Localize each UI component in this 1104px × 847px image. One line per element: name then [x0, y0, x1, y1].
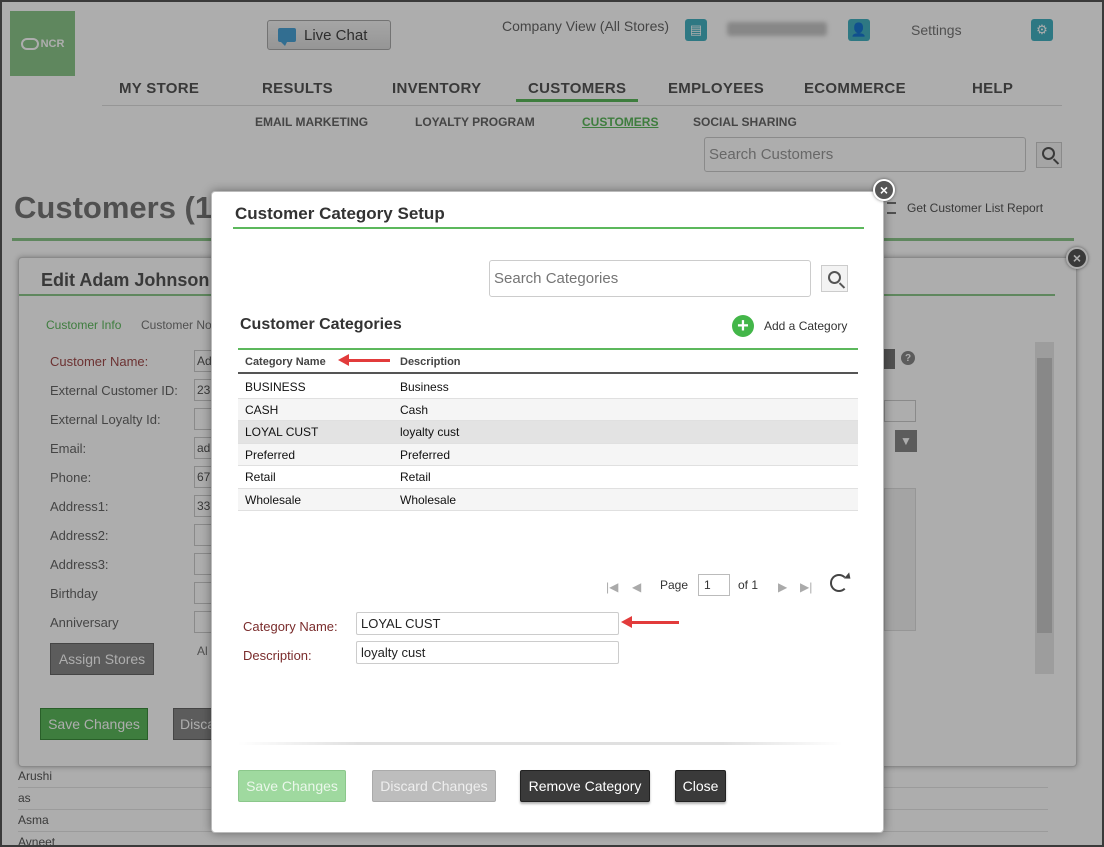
table-row[interactable]: CASH Cash [238, 398, 858, 421]
description-cell: Wholesale [400, 492, 457, 507]
search-icon [828, 271, 841, 284]
save-changes-button[interactable]: Save Changes [238, 770, 346, 802]
column-header-category-name[interactable]: Category Name [245, 356, 326, 368]
modal-close-icon[interactable]: × [873, 179, 895, 201]
last-page-icon[interactable]: ▶| [800, 580, 812, 594]
customer-category-setup-modal: Customer Category Setup Customer Categor… [211, 191, 884, 833]
screenshot-frame: NCR Live Chat Company View (All Stores) … [0, 0, 1104, 847]
description-label: Description: [243, 648, 312, 663]
search-categories-button[interactable] [821, 265, 848, 292]
modal-footer-divider [238, 742, 843, 745]
description-cell: Preferred [400, 447, 451, 462]
table-row-selected[interactable]: LOYAL CUST loyalty cust [238, 421, 858, 444]
category-name-cell: LOYAL CUST [245, 425, 319, 439]
modal-title: Customer Category Setup [235, 204, 445, 223]
first-page-icon[interactable]: |◀ [606, 580, 618, 594]
prev-page-icon[interactable]: ◀ [632, 580, 641, 594]
table-row[interactable]: Wholesale Wholesale [238, 488, 858, 511]
column-header-description[interactable]: Description [400, 356, 461, 368]
category-name-cell: Wholesale [245, 492, 302, 507]
page-count-label: of 1 [738, 578, 759, 592]
discard-changes-button[interactable]: Discard Changes [372, 770, 496, 802]
table-row[interactable]: BUSINESS Business [238, 376, 858, 399]
page-label: Page [660, 578, 689, 592]
description-cell: Cash [400, 402, 429, 417]
customer-categories-heading: Customer Categories [240, 316, 402, 333]
annotation-arrow-column [338, 354, 390, 366]
category-grid-header: Category Name Description [238, 350, 858, 374]
description-cell: loyalty cust [400, 425, 460, 439]
next-page-icon[interactable]: ▶ [778, 580, 787, 594]
category-name-cell: Preferred [245, 447, 296, 462]
page-number-input[interactable]: 1 [698, 574, 730, 596]
add-category-label: Add a Category [764, 319, 848, 333]
table-row[interactable]: Preferred Preferred [238, 443, 858, 466]
description-input[interactable] [356, 641, 619, 664]
remove-category-button[interactable]: Remove Category [520, 770, 650, 802]
description-cell: Retail [400, 470, 431, 484]
category-name-input[interactable] [356, 612, 619, 635]
category-name-cell: BUSINESS [245, 380, 306, 394]
description-cell: Business [400, 380, 449, 394]
plus-icon: + [732, 315, 754, 337]
category-name-label: Category Name: [243, 619, 338, 634]
close-button[interactable]: Close [675, 770, 726, 802]
modal-title-divider [233, 227, 864, 229]
category-name-cell: Retail [245, 470, 276, 484]
search-categories-input[interactable] [489, 260, 811, 297]
refresh-icon[interactable] [830, 574, 848, 592]
annotation-arrow-input [621, 616, 679, 628]
table-row[interactable]: Retail Retail [238, 466, 858, 489]
add-category-button[interactable]: + Add a Category [732, 315, 847, 337]
category-name-cell: CASH [245, 402, 279, 417]
